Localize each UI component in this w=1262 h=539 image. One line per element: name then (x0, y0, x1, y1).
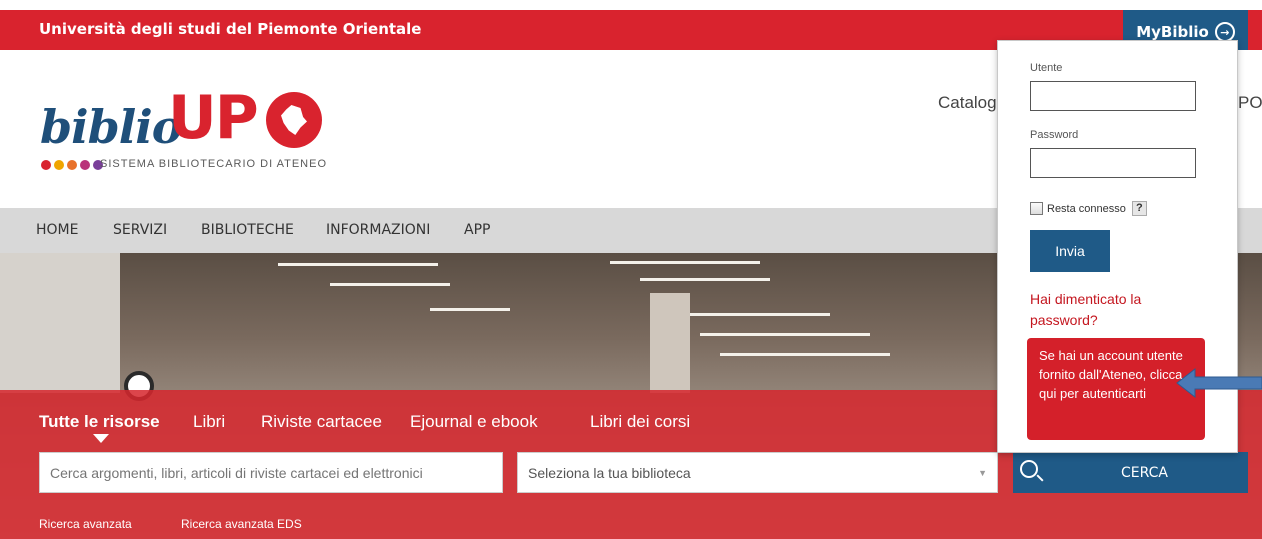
mybiblio-label: MyBiblio (1136, 23, 1209, 41)
chevron-down-icon: ▼ (978, 467, 987, 478)
pillar (650, 293, 690, 393)
remember-me: Resta connesso ? (1030, 201, 1147, 216)
search-tabs: Tutte le risorse Libri Riviste cartacee … (0, 409, 1000, 443)
login-icon: → (1214, 22, 1235, 42)
advanced-search-eds-link[interactable]: Ricerca avanzata EDS (181, 517, 302, 531)
password-label: Password (1030, 129, 1079, 141)
logo-dot (80, 160, 90, 170)
ceiling-light (278, 263, 438, 266)
library-select-value: Seleziona la tua biblioteca (528, 464, 691, 481)
tab-libri[interactable]: Libri (193, 412, 225, 432)
active-tab-caret-icon (93, 434, 109, 443)
remember-checkbox[interactable] (1030, 202, 1043, 215)
ceiling-light (430, 308, 510, 311)
tab-riviste-cartacee[interactable]: Riviste cartacee (261, 412, 382, 432)
logo-up: UP (168, 83, 259, 153)
user-label: Utente (1030, 62, 1063, 74)
logo-dot (67, 160, 77, 170)
library-select[interactable]: Seleziona la tua biblioteca ▼ (517, 452, 998, 493)
forgot-password-link[interactable]: Hai dimenticato la password? (1030, 289, 1180, 331)
ceiling-light (700, 333, 870, 336)
tab-ejournal-ebook[interactable]: Ejournal e ebook (410, 412, 538, 432)
search-button[interactable]: CERCA (1013, 452, 1248, 493)
nav-item-app[interactable]: APP (464, 222, 490, 238)
logo-dots (41, 160, 103, 170)
logo-biblio: biblio (40, 100, 182, 154)
logo[interactable]: biblio UP SISTEMA BIBLIOTECARIO DI ATENE… (40, 88, 340, 178)
ceiling-light (610, 261, 760, 264)
nav-item-biblioteche[interactable]: BIBLIOTECHE (201, 222, 294, 238)
header-link-fragment[interactable]: PO (1238, 93, 1262, 113)
search-button-label: CERCA (1121, 465, 1169, 481)
user-field[interactable] (1030, 81, 1196, 111)
tab-libri-dei-corsi[interactable]: Libri dei corsi (590, 412, 690, 432)
logo-dot (41, 160, 51, 170)
help-icon[interactable]: ? (1131, 201, 1147, 216)
ceiling-light (680, 313, 830, 316)
nav-item-servizi[interactable]: SERVIZI (113, 222, 167, 238)
ceiling-light (330, 283, 450, 286)
pointer-arrow-icon (1176, 367, 1262, 399)
logo-dot (54, 160, 64, 170)
nav-item-home[interactable]: HOME (36, 222, 78, 238)
logo-tagline: SISTEMA BIBLIOTECARIO DI ATENEO (100, 158, 328, 170)
ceiling-light (720, 353, 890, 356)
catalog-link[interactable]: Catalog (938, 93, 997, 113)
university-name[interactable]: Università degli studi del Piemonte Orie… (39, 20, 421, 38)
advanced-search-link[interactable]: Ricerca avanzata (39, 517, 132, 531)
search-icon (1020, 460, 1038, 478)
ceiling-light (640, 278, 770, 281)
wall (0, 253, 120, 393)
logo-piemonte-icon (266, 92, 322, 148)
nav-item-informazioni[interactable]: INFORMAZIONI (326, 222, 430, 238)
search-input[interactable] (39, 452, 503, 493)
submit-button[interactable]: Invia (1030, 230, 1110, 272)
tab-tutte-le-risorse[interactable]: Tutte le risorse (39, 412, 160, 432)
password-field[interactable] (1030, 148, 1196, 178)
remember-label: Resta connesso (1047, 202, 1126, 215)
